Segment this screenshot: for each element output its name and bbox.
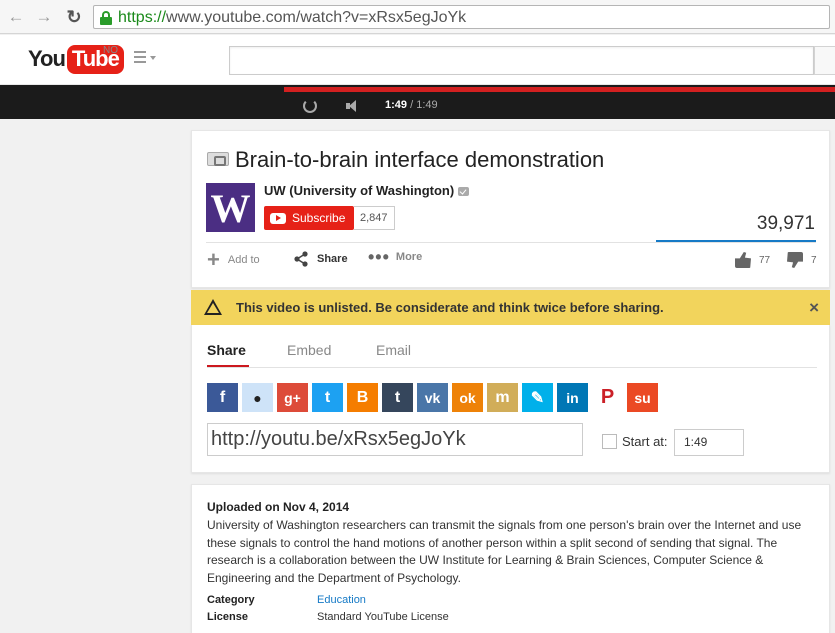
browser-toolbar: ← → ↻ https://www.youtube.com/watch?v=xR…: [0, 0, 835, 34]
category-link[interactable]: Education: [317, 594, 366, 606]
twitter-icon[interactable]: t: [312, 383, 343, 412]
forward-arrow-icon[interactable]: →: [33, 6, 55, 28]
warning-icon: [204, 299, 222, 315]
volume-icon[interactable]: [346, 100, 360, 112]
subscribe-button[interactable]: Subscribe: [264, 206, 354, 230]
progress-bar[interactable]: [284, 87, 835, 92]
vk-icon[interactable]: vk: [417, 383, 448, 412]
share-panel: Share Embed Email f ● g+ t Bt vk ok m ✎ in Psu htt…: [191, 325, 830, 473]
time-display: 1:49 / 1:49: [385, 99, 438, 111]
share-icon: [293, 251, 309, 267]
more-dots-icon: •••: [368, 247, 390, 267]
description-card: Uploaded on Nov 4, 2014 University of Wa…: [191, 484, 830, 633]
banner-text: This video is unlisted. Be considerate a…: [236, 300, 664, 315]
thumbs-up-icon: [735, 252, 751, 268]
start-at-label: Start at:: [622, 434, 668, 449]
channel-name[interactable]: UW (University of Washington): [264, 183, 470, 198]
tab-embed[interactable]: Embed: [287, 342, 331, 358]
facebook-icon[interactable]: f: [207, 383, 238, 412]
subscriber-count: 2,847: [354, 206, 395, 230]
pinterest-icon[interactable]: P: [592, 383, 623, 412]
tab-divider: [207, 367, 817, 368]
plus-icon: +: [207, 247, 220, 272]
youtube-header: You Tube NO: [0, 35, 835, 85]
search-button[interactable]: [814, 46, 835, 75]
tab-share[interactable]: Share: [207, 342, 246, 358]
video-player-controls: 1:49 / 1:49: [0, 85, 835, 119]
unlisted-lock-icon: [207, 152, 229, 166]
license-value: Standard YouTube License: [317, 611, 449, 623]
view-count: 39,971: [756, 213, 815, 234]
address-bar[interactable]: https://www.youtube.com/watch?v=xRsx5egJ…: [93, 5, 830, 29]
linkedin-icon[interactable]: in: [557, 383, 588, 412]
reload-icon[interactable]: ↻: [63, 6, 85, 28]
share-button[interactable]: Share: [293, 251, 348, 267]
description-text: University of Washington researchers can…: [207, 518, 802, 585]
like-button[interactable]: 77: [735, 252, 770, 268]
livejournal-icon[interactable]: ✎: [522, 383, 553, 412]
tumblr-icon[interactable]: t: [382, 383, 413, 412]
youtube-play-icon: [270, 212, 286, 224]
social-share-buttons: f ● g+ t Bt vk ok m ✎ in Psu: [207, 383, 658, 412]
tab-email[interactable]: Email: [376, 342, 411, 358]
back-arrow-icon[interactable]: ←: [5, 6, 27, 28]
guide-menu-icon[interactable]: [134, 51, 158, 67]
replay-icon[interactable]: [303, 99, 317, 113]
search-input[interactable]: [229, 46, 814, 75]
divider: [206, 242, 816, 243]
more-button[interactable]: ••• More: [368, 247, 422, 267]
start-at-input[interactable]: 1:49: [674, 429, 744, 456]
channel-avatar[interactable]: W: [206, 183, 255, 232]
google-plus-icon[interactable]: g+: [277, 383, 308, 412]
dislike-button[interactable]: 7: [787, 252, 817, 268]
region-code: NO: [103, 45, 118, 56]
start-at-checkbox[interactable]: [602, 434, 617, 449]
unlisted-warning-banner: This video is unlisted. Be considerate a…: [191, 290, 830, 325]
thumbs-down-icon: [787, 252, 803, 268]
mixi-icon[interactable]: m: [487, 383, 518, 412]
blogger-icon[interactable]: B: [347, 383, 378, 412]
lock-icon: [100, 11, 112, 25]
share-url-input[interactable]: http://youtu.be/xRsx5egJoYk: [207, 423, 583, 456]
upload-date: Uploaded on Nov 4, 2014: [207, 500, 350, 514]
odnoklassniki-icon[interactable]: ok: [452, 383, 483, 412]
video-info-card: Brain-to-brain interface demonstration W…: [191, 130, 830, 288]
stumbleupon-icon[interactable]: su: [627, 383, 658, 412]
reddit-icon[interactable]: ●: [242, 383, 273, 412]
license-label: License: [207, 611, 248, 623]
add-to-button[interactable]: + Add to: [207, 247, 260, 272]
close-icon[interactable]: ×: [809, 298, 819, 318]
verified-icon: [458, 187, 470, 197]
category-label: Category: [207, 594, 255, 606]
video-title: Brain-to-brain interface demonstration: [235, 147, 605, 172]
url-text[interactable]: https://www.youtube.com/watch?v=xRsx5egJ…: [118, 8, 466, 27]
